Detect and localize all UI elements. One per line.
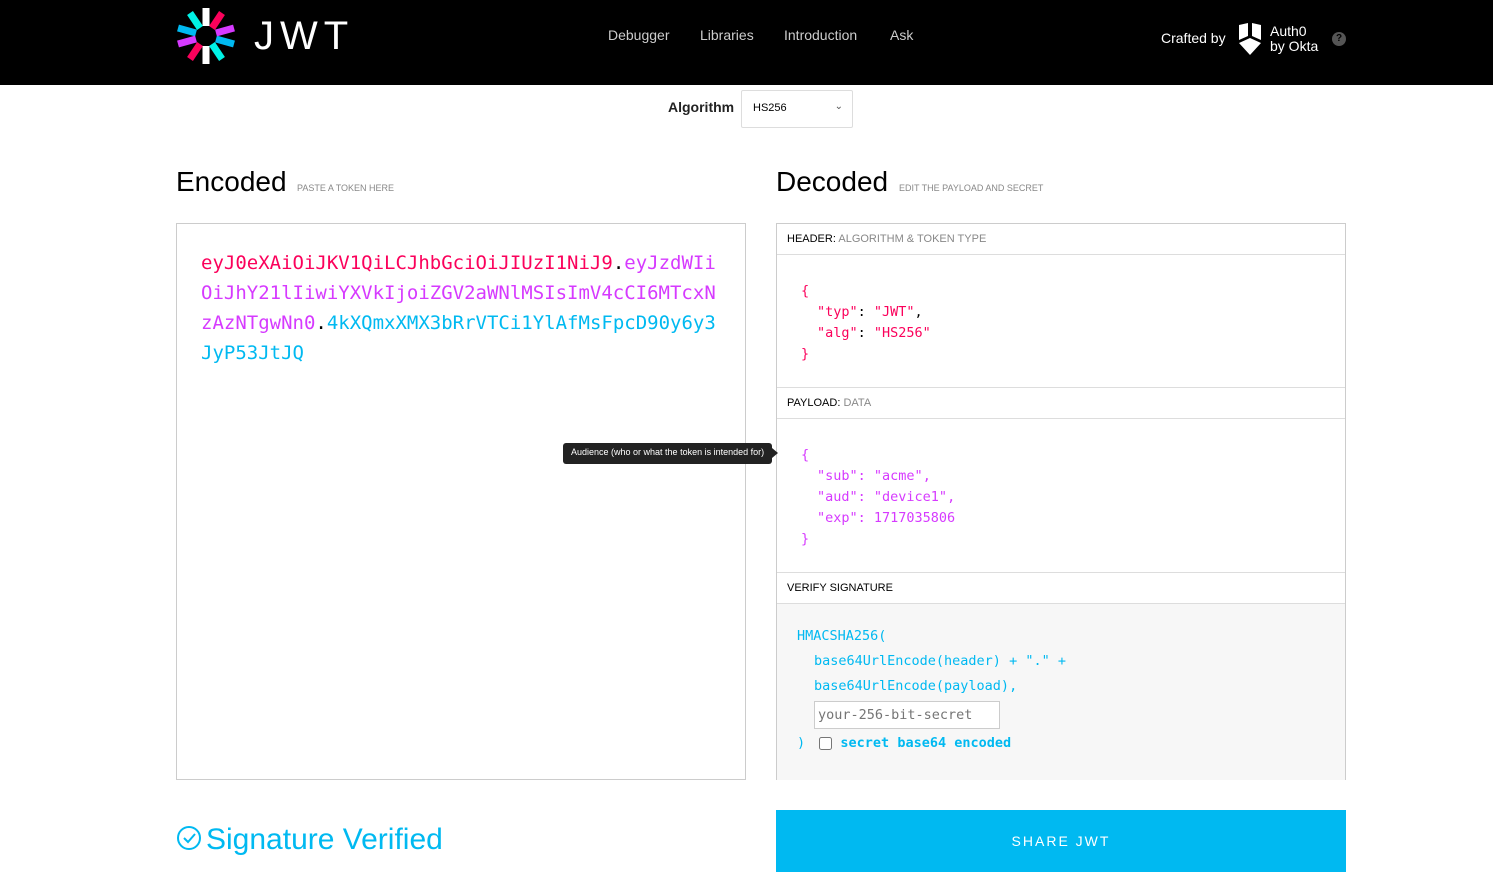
encoded-title: Encoded [176,166,287,197]
json-key: "typ" [817,304,858,320]
nav-debugger[interactable]: Debugger [608,27,670,43]
json-value: "JWT" [873,304,915,320]
help-icon[interactable]: ? [1332,32,1346,46]
aud-tooltip: Audience (who or what the token is inten… [563,443,779,464]
base64-checkbox[interactable] [819,736,833,750]
encoded-token-textarea[interactable]: eyJ0eXAiOiJKV1QiLCJhbGciOiJIUzI1NiJ9.eyJ… [176,223,746,780]
verify-line: HMACSHA256( [797,628,887,644]
signature-status: Signature Verified [176,823,443,857]
top-navbar: JWT Debugger Libraries Introduction Ask … [0,0,1493,85]
algorithm-value: HS256 [753,102,787,114]
json-key: "aud" [817,489,858,505]
header-json-editor[interactable]: { "typ": "JWT", "alg": "HS256" } [777,255,1345,388]
json-key: "sub" [817,468,858,484]
base64-checkbox-label[interactable]: secret base64 encoded [840,735,1011,751]
token-dot: . [315,312,327,334]
payload-json-editor[interactable]: { "sub": "acme", "aud": "device1", "exp"… [777,419,1345,573]
nav-ask[interactable]: Ask [890,27,913,43]
share-jwt-button[interactable]: SHARE JWT [776,810,1346,872]
json-value: "device1" [873,489,948,505]
verify-line: base64UrlEncode(payload), [814,678,1018,694]
json-key: "alg" [817,325,858,341]
verify-section-title: VERIFY SIGNATURE [777,573,1345,604]
brand-wordmark: JWT [254,14,355,58]
json-value: 1717035806 [873,510,956,526]
chevron-down-icon: ⌄ [834,101,843,112]
token-header-part: eyJ0eXAiOiJKV1QiLCJhbGciOiJIUzI1NiJ9 [201,252,613,274]
header-sublabel: ALGORITHM & TOKEN TYPE [838,233,987,245]
decoded-panel: HEADER: ALGORITHM & TOKEN TYPE { "typ": … [776,223,1346,780]
verify-signature-section: HMACSHA256( base64UrlEncode(header) + ".… [777,604,1345,780]
encoded-subtitle: PASTE A TOKEN HERE [297,183,395,193]
nav-libraries[interactable]: Libraries [700,27,754,43]
header-label: HEADER: [787,233,836,245]
jwt-logo-icon[interactable] [176,6,236,66]
verify-close: ) [797,735,806,751]
payload-sublabel: DATA [843,397,872,409]
auth0-shield-icon[interactable] [1236,22,1264,56]
decoded-subtitle: EDIT THE PAYLOAD AND SECRET [899,183,1044,193]
verify-line: base64UrlEncode(header) + "." + [814,653,1066,669]
json-key: "exp" [817,510,858,526]
nav-introduction[interactable]: Introduction [784,27,857,43]
check-circle-icon [177,826,201,850]
auth0-link[interactable]: Auth0 by Okta [1270,24,1318,54]
secret-input[interactable] [814,701,1000,729]
payload-label: PAYLOAD: [787,397,841,409]
decoded-title: Decoded [776,166,889,197]
json-value: "HS256" [873,325,931,341]
algorithm-select[interactable]: HS256 ⌄ [741,90,853,128]
header-section-title: HEADER: ALGORITHM & TOKEN TYPE [777,224,1345,255]
token-dot: . [612,252,625,274]
json-value: "acme" [873,468,923,484]
crafted-by-label: Crafted by [1161,30,1226,46]
payload-section-title: PAYLOAD: DATA [777,388,1345,419]
algorithm-label: Algorithm [668,99,735,115]
auth0-line1: Auth0 [1270,23,1307,39]
auth0-line2: by Okta [1270,38,1319,54]
signature-status-text: Signature Verified [206,823,443,856]
